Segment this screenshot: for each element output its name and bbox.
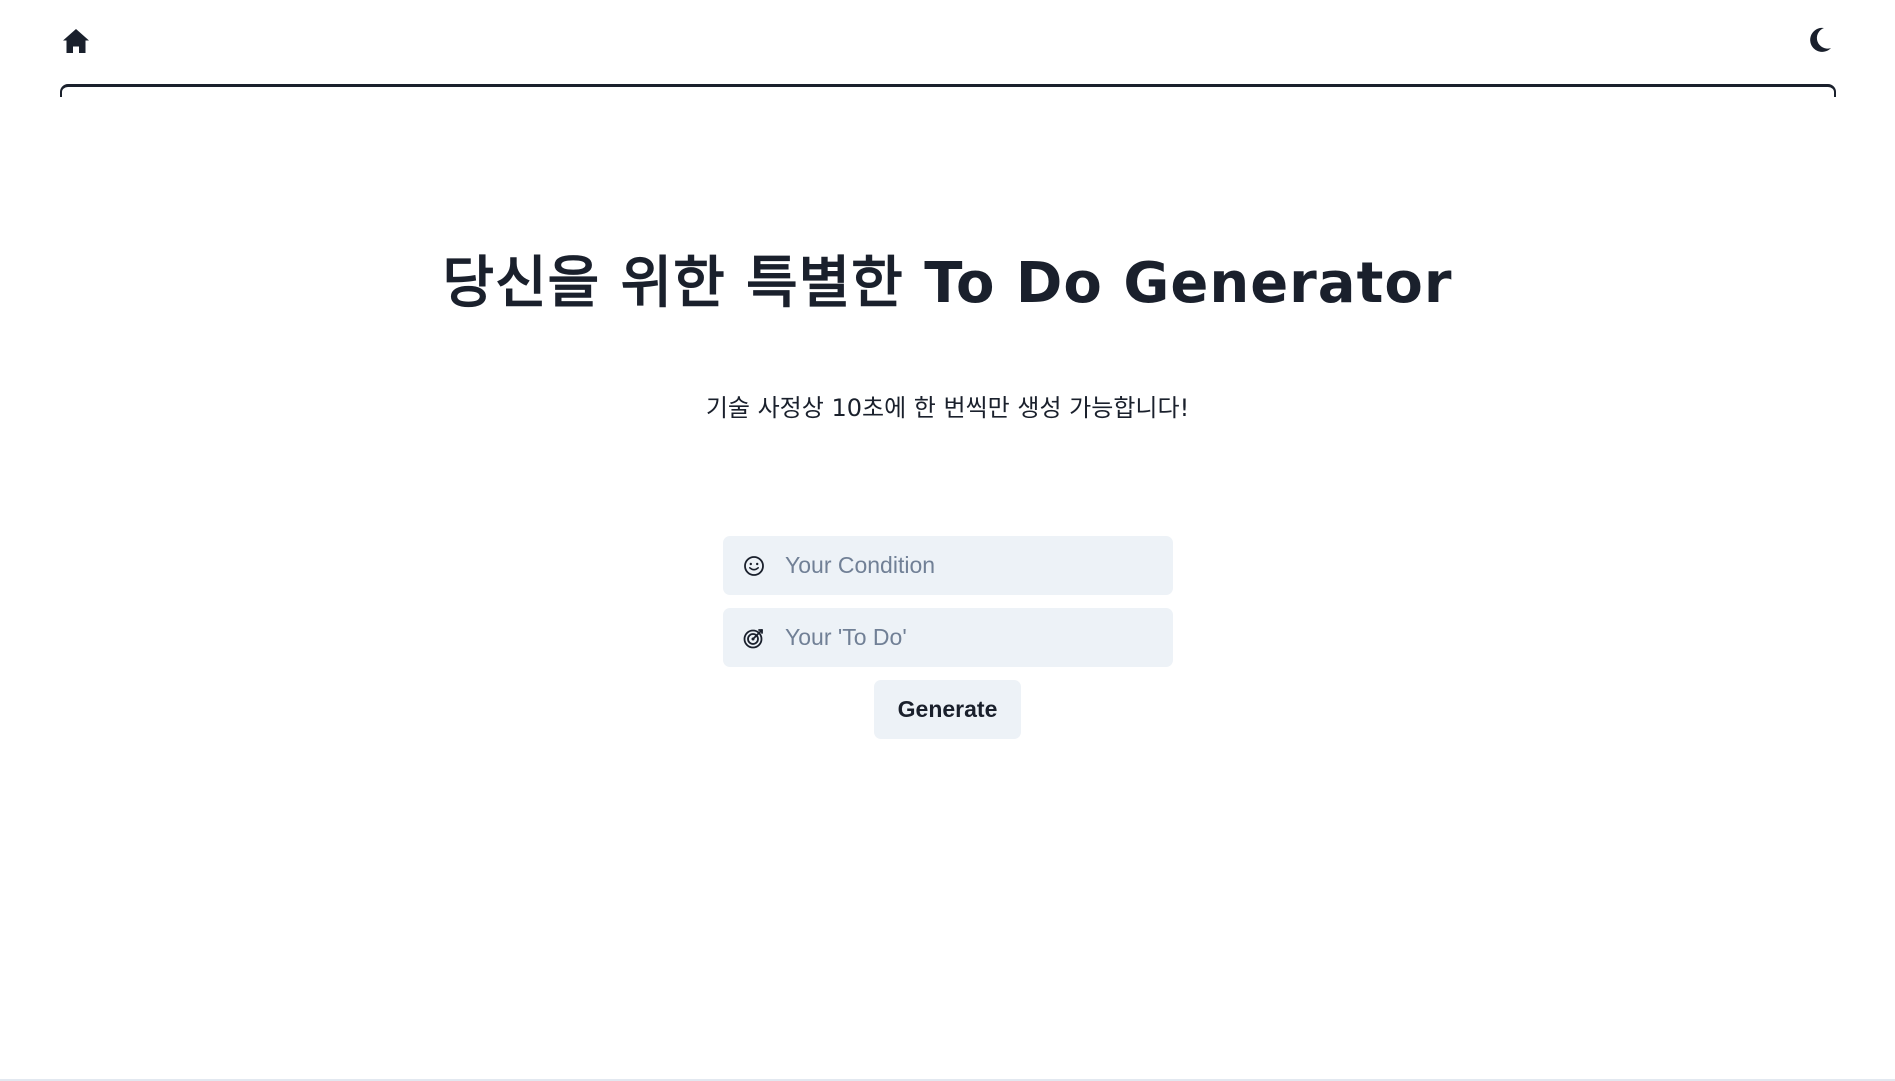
condition-input-group (723, 536, 1173, 595)
home-icon (62, 28, 90, 59)
condition-input[interactable] (785, 536, 1173, 595)
todo-input[interactable] (785, 608, 1173, 667)
header-divider (60, 84, 1836, 97)
page-title: 당신을 위한 특별한 To Do Generator (442, 251, 1453, 316)
page: 당신을 위한 특별한 To Do Generator 기술 사정상 10초에 한… (0, 0, 1895, 1081)
dark-mode-toggle[interactable] (1804, 26, 1836, 58)
top-navigation-bar (60, 0, 1836, 96)
smile-icon (723, 555, 785, 577)
generate-button[interactable]: Generate (874, 680, 1021, 739)
home-button[interactable] (60, 27, 92, 59)
moon-icon (1807, 26, 1833, 59)
rate-limit-notice: 기술 사정상 10초에 한 번씩만 생성 가능합니다! (705, 394, 1190, 422)
todo-input-group (723, 608, 1173, 667)
target-icon (723, 627, 785, 649)
